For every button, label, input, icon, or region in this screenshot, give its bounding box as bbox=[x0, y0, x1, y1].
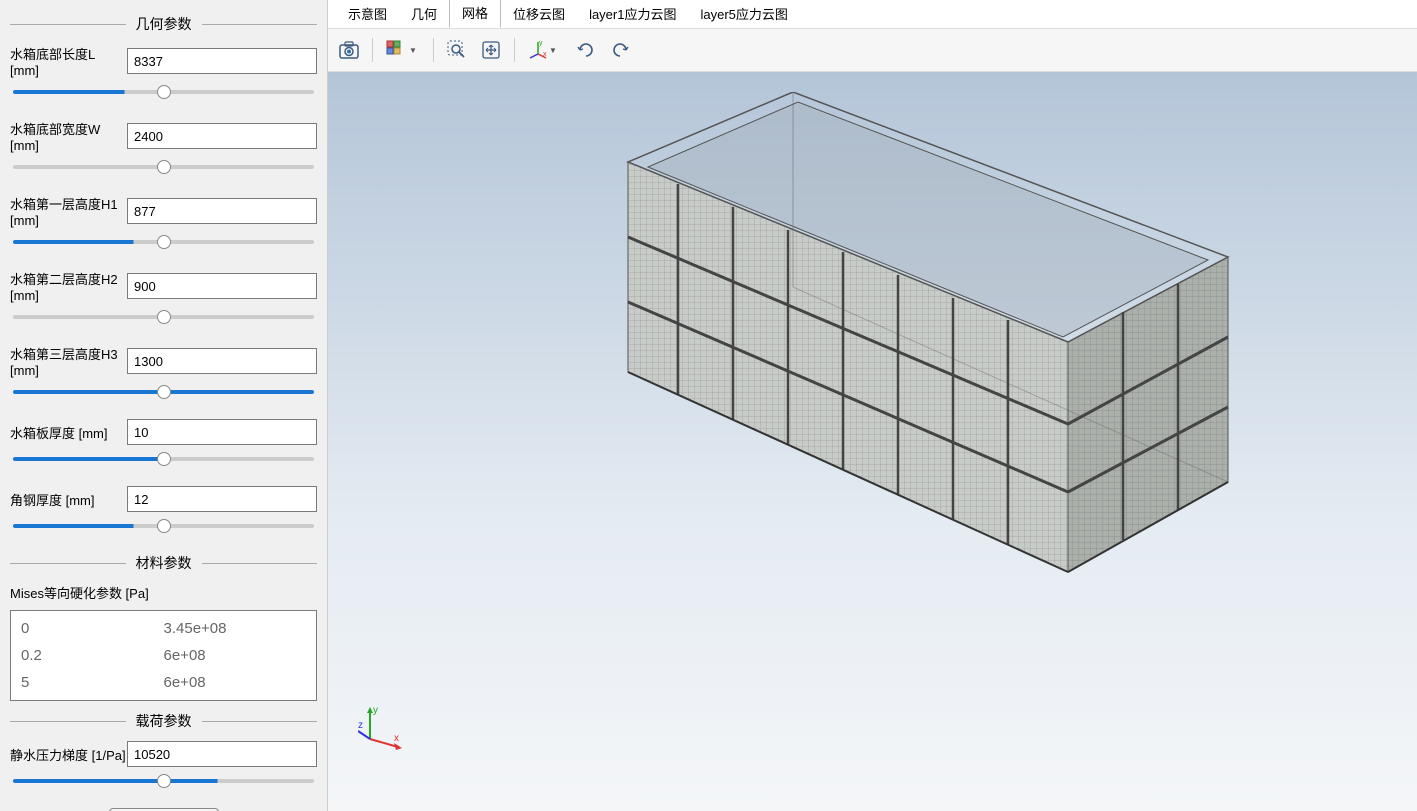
h2-input[interactable] bbox=[127, 273, 317, 299]
zoom-extents-button[interactable] bbox=[476, 35, 506, 65]
h2-slider[interactable] bbox=[13, 307, 314, 327]
h1-label: 水箱第一层高度H1 [mm] bbox=[10, 194, 127, 228]
load-section-header: 载荷参数 bbox=[10, 711, 317, 731]
h3-slider[interactable] bbox=[13, 382, 314, 402]
3d-viewport[interactable]: y x z bbox=[328, 72, 1417, 811]
svg-text:x: x bbox=[543, 51, 547, 58]
chevron-down-icon: ▼ bbox=[409, 46, 417, 55]
tab-layer5-stress[interactable]: layer5应力云图 bbox=[688, 0, 799, 28]
plate-thk-input[interactable] bbox=[127, 419, 317, 445]
chevron-down-icon: ▼ bbox=[549, 46, 557, 55]
plate-thk-slider[interactable] bbox=[13, 449, 314, 469]
tab-layer1-stress[interactable]: layer1应力云图 bbox=[577, 0, 688, 28]
length-l-label: 水箱底部长度L [mm] bbox=[10, 44, 127, 78]
pressure-grad-slider[interactable] bbox=[13, 771, 314, 791]
tab-geometry[interactable]: 几何 bbox=[399, 0, 449, 28]
zoom-rect-icon bbox=[447, 40, 467, 60]
width-w-label: 水箱底部宽度W [mm] bbox=[10, 119, 127, 153]
view-tabs: 示意图 几何 网格 位移云图 layer1应力云图 layer5应力云图 bbox=[328, 0, 1417, 28]
axis-icon: y x bbox=[528, 40, 548, 60]
angle-thk-slider[interactable] bbox=[13, 516, 314, 536]
mises-label: Mises等向硬化参数 [Pa] bbox=[10, 583, 317, 602]
plate-thk-label: 水箱板厚度 [mm] bbox=[10, 423, 127, 442]
rotate-ccw-icon bbox=[576, 40, 596, 60]
table-row: 5 6e+08 bbox=[11, 669, 316, 696]
selection-grid-icon bbox=[386, 40, 408, 60]
width-w-input[interactable] bbox=[127, 123, 317, 149]
fit-view-icon bbox=[481, 40, 501, 60]
axis-triad: y x z bbox=[358, 703, 406, 751]
angle-thk-label: 角钢厚度 [mm] bbox=[10, 490, 127, 509]
h1-input[interactable] bbox=[127, 198, 317, 224]
table-row: 0.2 6e+08 bbox=[11, 642, 316, 669]
zoom-window-button[interactable] bbox=[442, 35, 472, 65]
svg-text:x: x bbox=[394, 733, 399, 744]
length-l-input[interactable] bbox=[127, 48, 317, 74]
angle-thk-input[interactable] bbox=[127, 486, 317, 512]
selection-mode-button[interactable]: ▼ bbox=[381, 35, 425, 65]
h1-slider[interactable] bbox=[13, 232, 314, 252]
viewport-toolbar: ▼ y x ▼ bbox=[328, 28, 1417, 72]
mises-table[interactable]: 0 3.45e+08 0.2 6e+08 5 6e+08 bbox=[10, 610, 317, 701]
width-w-slider[interactable] bbox=[13, 157, 314, 177]
rotate-cw-icon bbox=[610, 40, 630, 60]
rotate-view-button[interactable] bbox=[571, 35, 601, 65]
tank-mesh-model bbox=[568, 92, 1288, 632]
table-row: 0 3.45e+08 bbox=[11, 615, 316, 642]
svg-text:z: z bbox=[358, 720, 363, 731]
geometry-section-header: 几何参数 bbox=[10, 14, 317, 34]
svg-text:y: y bbox=[373, 705, 378, 716]
pressure-grad-label: 静水压力梯度 [1/Pa] bbox=[10, 745, 127, 764]
h3-label: 水箱第三层高度H3 [mm] bbox=[10, 344, 127, 378]
axis-orientation-button[interactable]: y x ▼ bbox=[523, 35, 567, 65]
main-panel: 示意图 几何 网格 位移云图 layer1应力云图 layer5应力云图 ▼ bbox=[327, 0, 1417, 811]
pressure-grad-input[interactable] bbox=[127, 741, 317, 767]
screenshot-button[interactable] bbox=[334, 35, 364, 65]
length-l-slider[interactable] bbox=[13, 82, 314, 102]
tab-schematic[interactable]: 示意图 bbox=[336, 0, 399, 28]
h2-label: 水箱第二层高度H2 [mm] bbox=[10, 269, 127, 303]
rotate-view-cw-button[interactable] bbox=[605, 35, 635, 65]
svg-text:y: y bbox=[539, 40, 543, 47]
h3-input[interactable] bbox=[127, 348, 317, 374]
parameter-sidebar: 几何参数 水箱底部长度L [mm] 水箱底部宽度W [mm] 水箱第一层高度H1… bbox=[0, 0, 327, 811]
camera-icon bbox=[339, 41, 359, 59]
tab-mesh[interactable]: 网格 bbox=[449, 0, 501, 28]
material-section-header: 材料参数 bbox=[10, 553, 317, 573]
tab-displacement[interactable]: 位移云图 bbox=[501, 0, 577, 28]
